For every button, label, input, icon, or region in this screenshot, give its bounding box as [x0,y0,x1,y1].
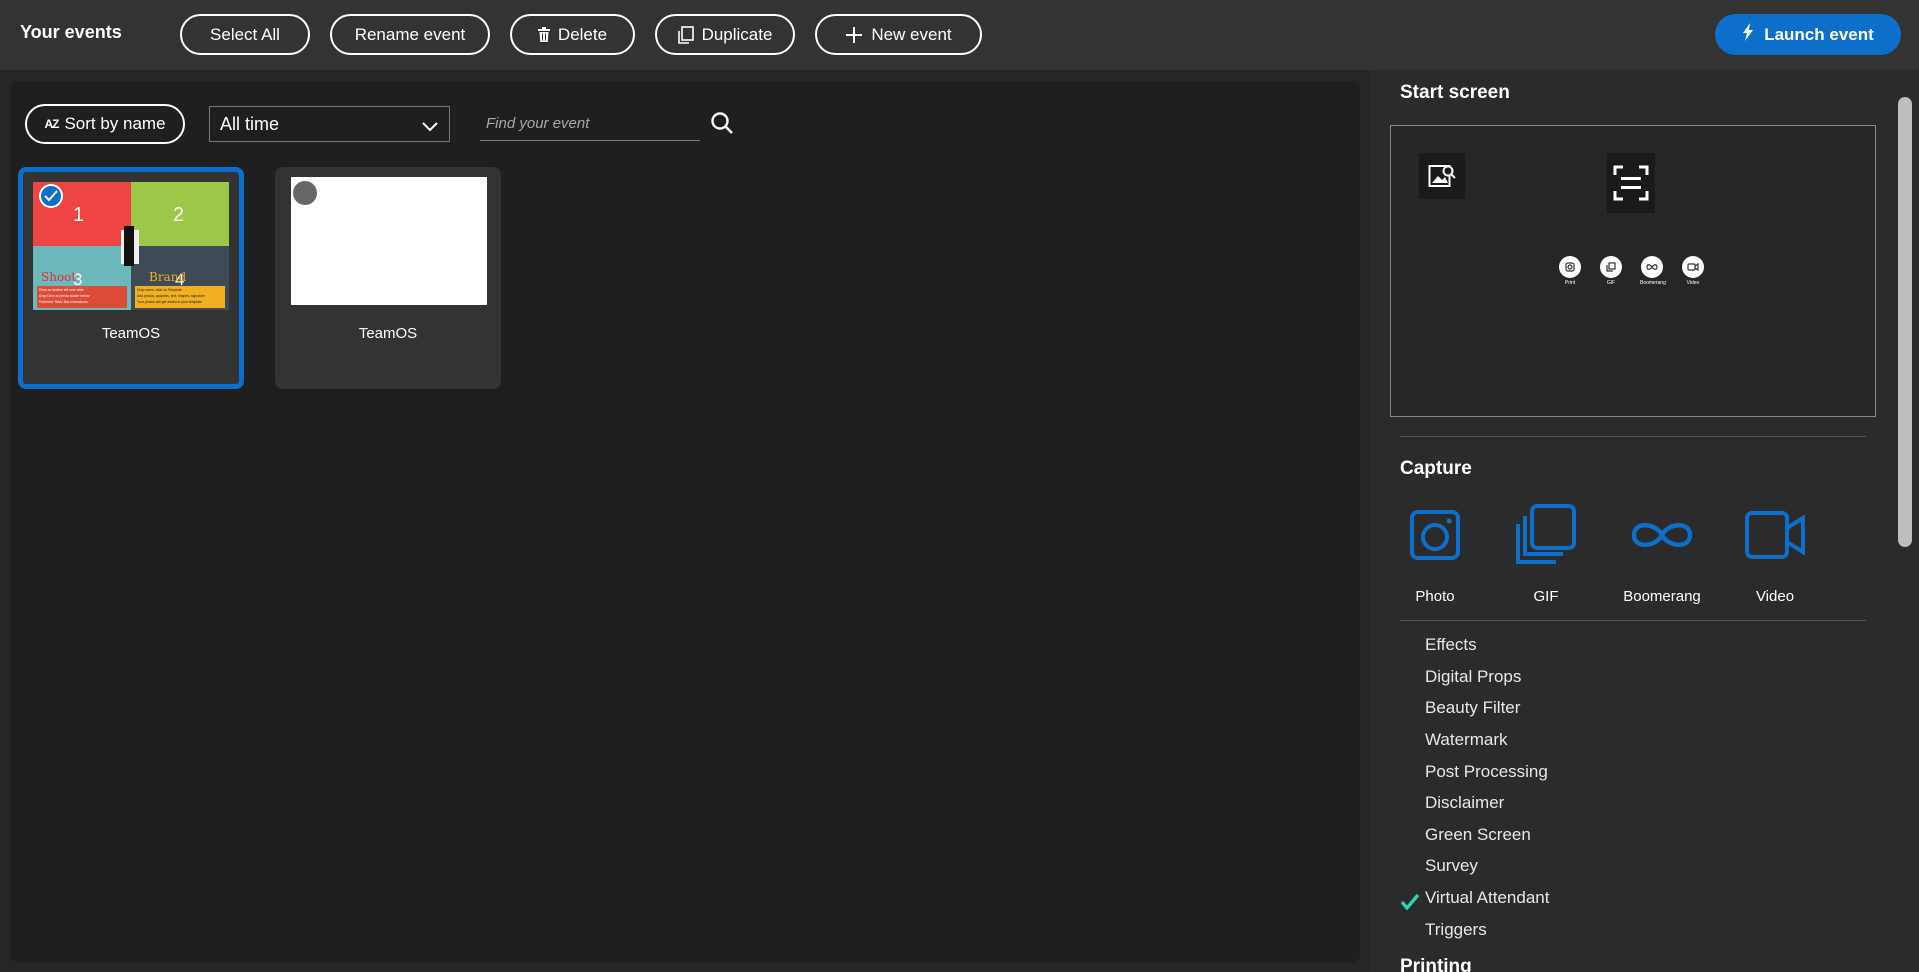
feature-item-effects[interactable]: Effects [1425,633,1477,657]
feature-item-disclaimer[interactable]: Disclaimer [1425,791,1504,815]
preview-option-label: Video [1686,280,1700,286]
events-panel: AZ Sort by name All time 1 2 3 [10,81,1360,962]
select-all-button[interactable]: Select All [180,14,310,55]
preview-option: Boomerang [1640,256,1666,286]
brand-label: Brand [149,270,187,284]
launch-event-button[interactable]: Launch event [1715,14,1901,55]
feature-item-post-processing[interactable]: Post Processing [1425,760,1548,784]
capture-option-label: Boomerang [1623,588,1701,605]
duplicate-icon [677,25,694,44]
quadrant-1-label: 1 [73,204,85,226]
sort-az-icon: AZ [44,117,59,131]
new-event-button[interactable]: New event [815,14,982,55]
duplicate-label: Duplicate [701,24,773,44]
printing-title: Printing [1400,956,1472,972]
settings-panel: Start screen Print GIF Boomerang Video C… [1370,70,1919,972]
start-screen-preview[interactable]: Print GIF Boomerang Video [1390,125,1876,417]
delete-button[interactable]: Delete [510,14,635,55]
check-icon [1400,893,1420,915]
infinity-icon [1646,264,1658,270]
duplicate-button[interactable]: Duplicate [655,14,795,55]
capture-option-boomerang[interactable]: Boomerang [1617,500,1707,605]
camera-icon [1390,500,1480,570]
divider [1400,620,1866,621]
top-bar: Your events Select All Rename event Dele… [0,0,1919,70]
trash-icon [537,27,550,42]
feature-item-watermark[interactable]: Watermark [1425,728,1508,752]
selected-check-icon[interactable] [39,184,63,208]
capture-option-photo[interactable]: Photo [1390,500,1480,605]
search-icon[interactable] [710,111,734,140]
capture-option-gif[interactable]: GIF [1501,500,1591,605]
feature-item-survey[interactable]: Survey [1425,854,1478,878]
feature-item-green-screen[interactable]: Green Screen [1425,823,1531,847]
chevron-down-icon [421,117,439,138]
shoot-label: Shoot [41,270,77,284]
brand-line: Your photos will get added to your templ… [137,300,202,305]
select-circle-icon[interactable] [293,181,317,205]
feature-item-beauty-filter[interactable]: Beauty Filter [1425,696,1520,720]
event-card[interactable]: TeamOS [275,167,501,389]
feature-item-triggers[interactable]: Triggers [1425,918,1487,942]
shoot-instructions: Pose as andere left over wide Drop Gem o… [39,287,125,306]
start-screen-title: Start screen [1400,82,1510,103]
scan-icon [1607,153,1655,213]
gif-stack-icon [1501,500,1591,570]
time-filter-dropdown[interactable]: All time [209,106,450,142]
scrollbar[interactable] [1898,97,1912,547]
feature-item-virtual-attendant[interactable]: Virtual Attendant [1425,886,1549,910]
quadrant-2-label: 2 [173,204,185,226]
shoot-line: Preferred 'Stick' Box instructions [39,300,88,305]
sort-label: Sort by name [64,114,166,133]
event-name: TeamOS [358,325,418,342]
sort-by-name-button[interactable]: AZ Sort by name [25,104,185,144]
time-filter-value: All time [220,113,280,134]
capture-option-label: Photo [1415,588,1455,605]
preview-option-label: Print [1564,280,1576,286]
launch-label: Launch event [1764,24,1874,44]
delete-label: Delete [557,24,608,44]
preview-option-label: GIF [1606,280,1616,286]
preview-option: Video [1681,256,1705,286]
new-event-label: New event [871,24,952,44]
capture-option-label: GIF [1533,588,1559,605]
feature-item-digital-props[interactable]: Digital Props [1425,665,1521,689]
page-title: Your events [20,22,122,42]
event-card[interactable]: 1 2 3 4 Shoot Brand Pose as andere left … [18,167,244,389]
brand-instructions: Drop name, click on Template Add photos,… [137,287,223,306]
rename-label: Rename event [354,24,466,44]
image-search-icon [1419,153,1465,199]
video-icon [1687,263,1699,271]
rename-event-button[interactable]: Rename event [330,14,490,55]
event-thumbnail [291,177,487,305]
camera-icon [1565,262,1575,272]
preview-option: GIF [1599,256,1623,286]
event-name: TeamOS [101,325,161,342]
search-input[interactable] [480,107,700,141]
capture-title: Capture [1400,458,1472,479]
select-all-label: Select All [210,24,280,44]
infinity-icon [1617,500,1707,570]
capture-option-video[interactable]: Video [1730,500,1820,605]
lightning-icon [1742,23,1754,46]
divider [1400,436,1866,437]
video-camera-icon [1730,500,1820,570]
preview-option-label: Boomerang [1640,280,1666,286]
preview-option: Print [1558,256,1582,286]
capture-option-label: Video [1755,588,1795,605]
plus-icon [845,26,863,44]
gif-icon [1606,262,1616,272]
event-thumbnail: 1 2 3 4 Shoot Brand Pose as andere left … [33,182,229,310]
